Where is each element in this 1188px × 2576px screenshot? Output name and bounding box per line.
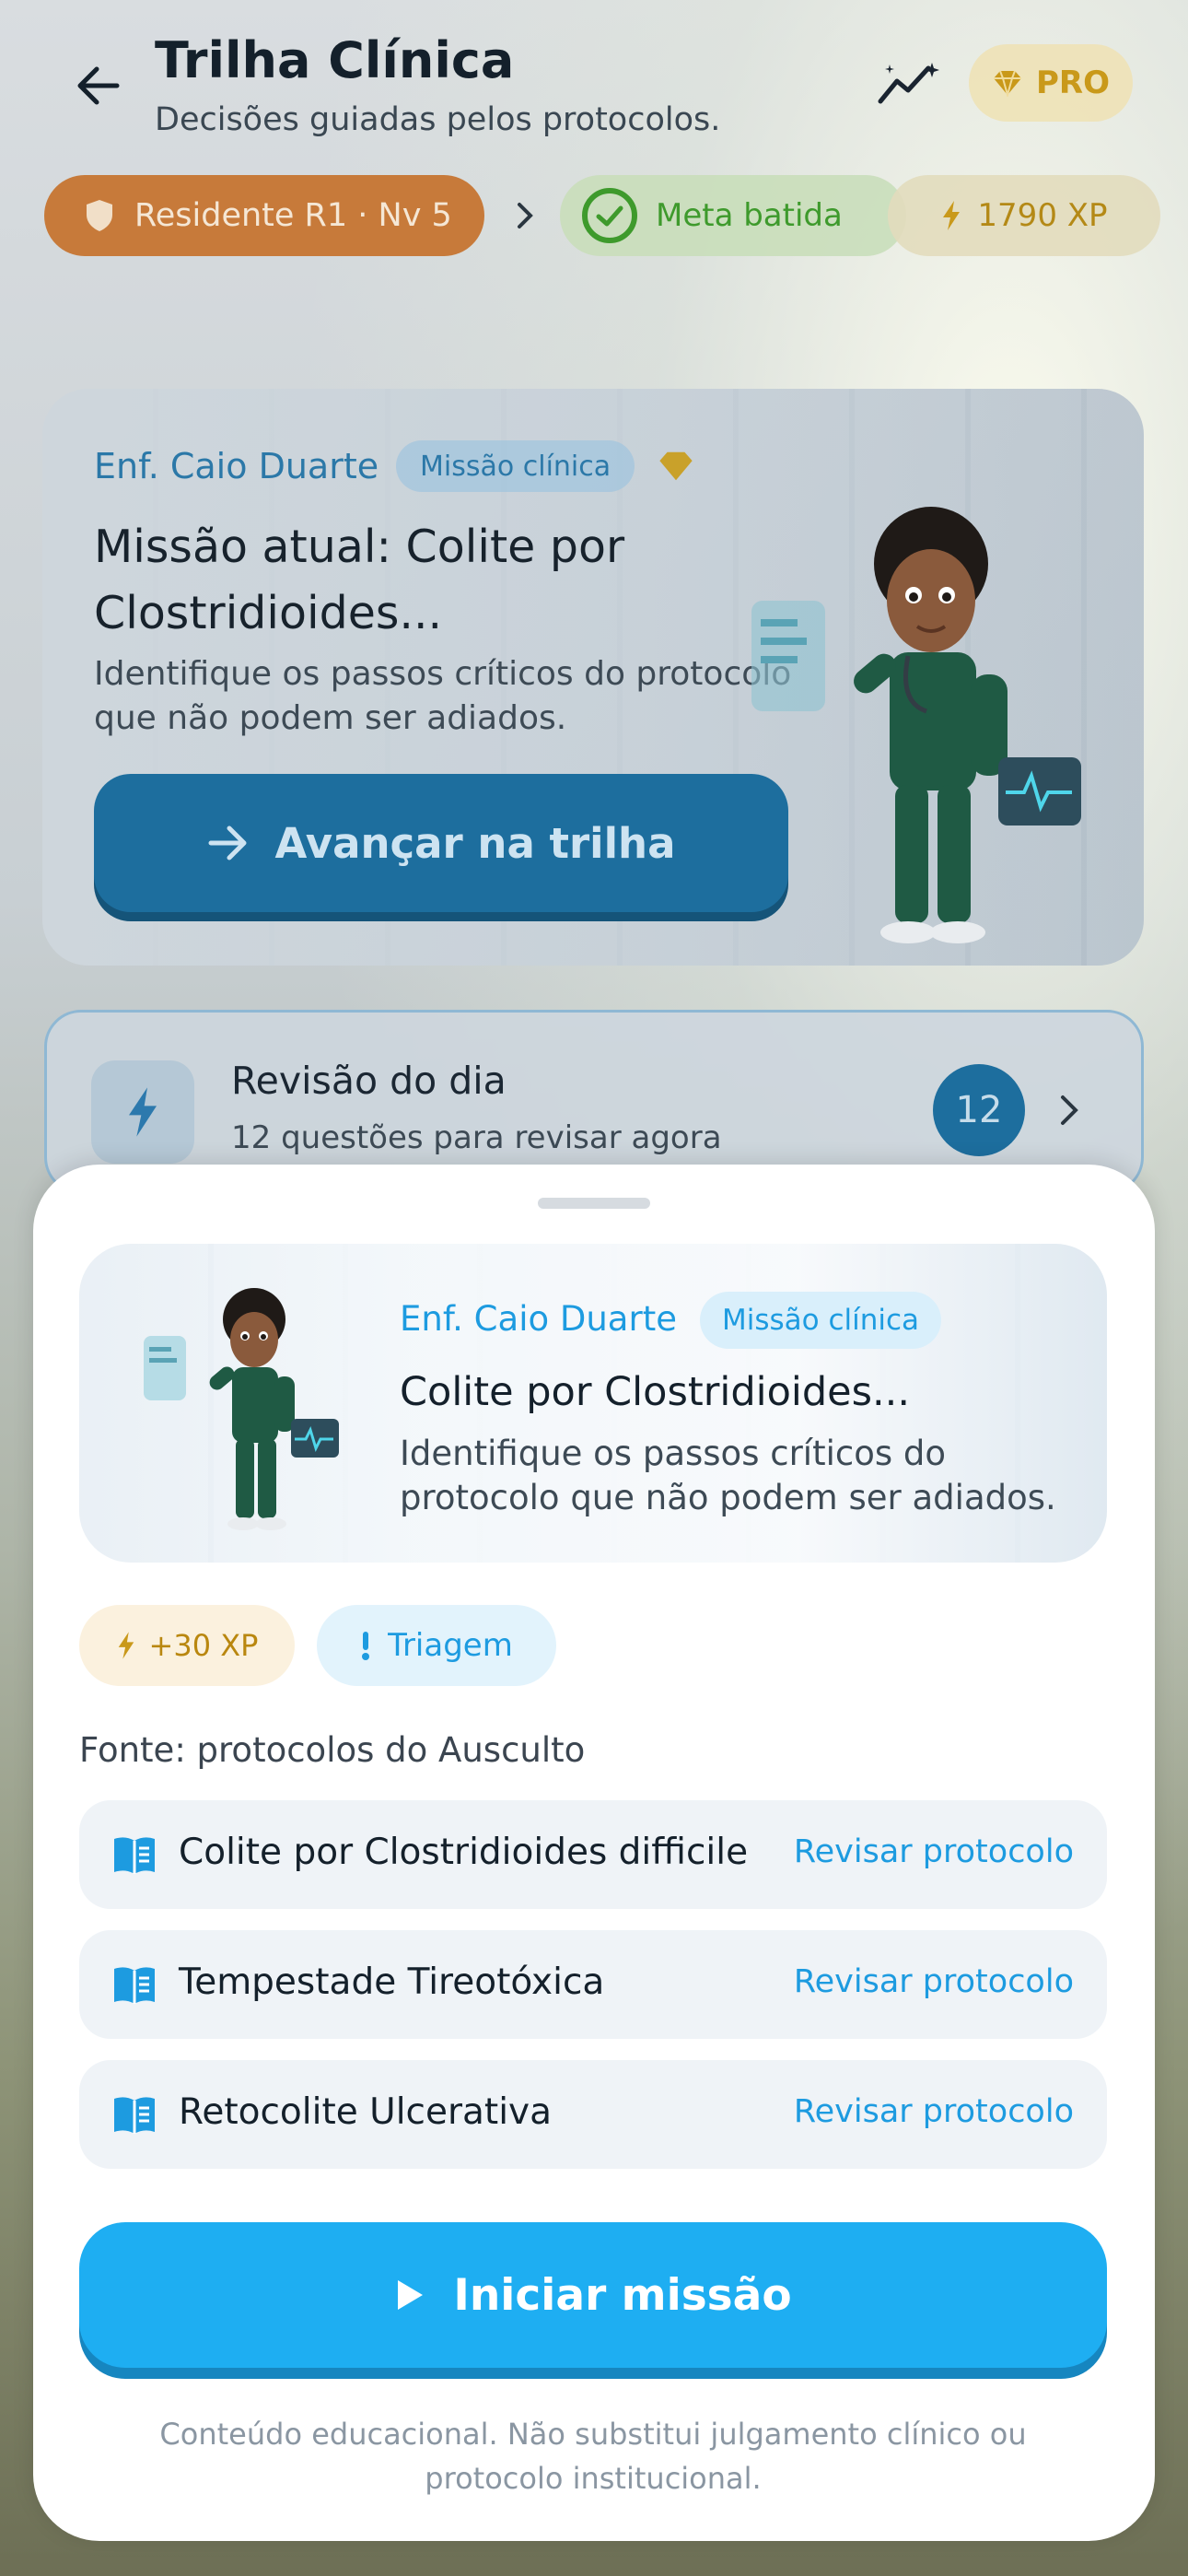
arrow-right-icon bbox=[208, 825, 247, 861]
nurse-illustration bbox=[144, 1288, 339, 1530]
start-mission-label: Iniciar missão bbox=[453, 2269, 792, 2321]
disclaimer-text: Conteúdo educacional. Não substitui julg… bbox=[159, 2417, 1027, 2496]
arrow-left-icon bbox=[77, 66, 120, 105]
xp-chip: 1790 XP bbox=[888, 175, 1160, 256]
page-subtitle: Decisões guiadas pelos protocolos. bbox=[155, 101, 721, 138]
trend-sparkle-icon bbox=[878, 63, 939, 104]
protocol-item[interactable]: Colite por Clostridioides difficile Revi… bbox=[79, 1800, 1107, 1909]
review-count-badge: 12 bbox=[933, 1064, 1025, 1156]
protocol-item[interactable]: Retocolite Ulcerativa Revisar protocolo bbox=[79, 2060, 1107, 2169]
protocol-name: Tempestade Tireotóxica bbox=[179, 1961, 605, 2003]
rank-chip[interactable]: Residente R1 · Nv 5 bbox=[44, 175, 484, 256]
back-button[interactable] bbox=[66, 53, 131, 118]
book-icon bbox=[114, 1837, 155, 1874]
mission-bottom-sheet: Enf. Caio Duarte Missão clínica Colite p… bbox=[33, 1165, 1155, 2541]
source-label: Fonte: protocolos do Ausculto bbox=[79, 1730, 586, 1770]
xp-reward-label: +30 XP bbox=[148, 1628, 259, 1663]
diamond-icon bbox=[993, 70, 1021, 97]
bolt-icon bbox=[943, 201, 961, 230]
category-label: Triagem bbox=[388, 1627, 513, 1664]
mission-description: Identifique os passos críticos do protoc… bbox=[400, 1434, 1056, 1517]
xp-reward-badge: +30 XP bbox=[79, 1605, 295, 1686]
pro-badge[interactable]: PRO bbox=[969, 44, 1133, 122]
chevron-right-icon bbox=[1061, 1095, 1078, 1125]
goal-label: Meta batida bbox=[656, 197, 843, 234]
current-mission-card[interactable]: Enf. Caio Duarte Missão clínica Missão a… bbox=[42, 389, 1144, 966]
status-row: Residente R1 · Nv 5 Meta batida 1790 XP bbox=[44, 175, 1160, 256]
exclamation-icon bbox=[362, 1632, 370, 1660]
book-icon bbox=[114, 1967, 155, 2004]
rank-chevron[interactable] bbox=[497, 188, 553, 243]
category-badge: Triagem bbox=[317, 1605, 556, 1686]
start-mission-button[interactable]: Iniciar missão bbox=[79, 2222, 1107, 2368]
review-protocol-link[interactable]: Revisar protocolo bbox=[794, 2093, 1074, 2130]
app-header: Trilha Clínica Decisões guiadas pelos pr… bbox=[0, 0, 1188, 166]
review-subtitle: 12 questões para revisar agora bbox=[231, 1119, 722, 1156]
check-circle-icon bbox=[582, 188, 637, 243]
diamond-icon bbox=[659, 451, 693, 481]
rank-label: Residente R1 · Nv 5 bbox=[134, 197, 452, 234]
hero-author: Enf. Caio Duarte bbox=[94, 446, 379, 486]
mission-preview-card: Enf. Caio Duarte Missão clínica Colite p… bbox=[79, 1244, 1107, 1563]
protocol-name: Retocolite Ulcerativa bbox=[179, 2091, 553, 2133]
book-icon bbox=[114, 2097, 155, 2134]
bolt-icon bbox=[129, 1087, 157, 1137]
protocol-name: Colite por Clostridioides difficile bbox=[179, 1832, 749, 1873]
hero-title: Missão atual: Colite por Clostridioides.… bbox=[94, 521, 625, 639]
goal-chip: Meta batida bbox=[560, 175, 906, 256]
hero-description: Identifique os passos críticos do protoc… bbox=[94, 655, 792, 737]
review-icon-box bbox=[91, 1060, 194, 1164]
bolt-icon bbox=[118, 1632, 134, 1659]
protocol-item[interactable]: Tempestade Tireotóxica Revisar protocolo bbox=[79, 1930, 1107, 2039]
mission-tag: Missão clínica bbox=[700, 1292, 942, 1349]
play-icon bbox=[398, 2280, 424, 2310]
review-chevron[interactable] bbox=[1042, 1083, 1097, 1138]
review-protocol-link[interactable]: Revisar protocolo bbox=[794, 1833, 1074, 1870]
review-title: Revisão do dia bbox=[231, 1059, 507, 1103]
page-title: Trilha Clínica bbox=[155, 31, 515, 89]
hero-mission-tag: Missão clínica bbox=[396, 440, 635, 492]
stats-button[interactable] bbox=[873, 55, 947, 111]
protocol-list: Colite por Clostridioides difficile Revi… bbox=[79, 1800, 1107, 2190]
chevron-right-icon bbox=[518, 203, 533, 228]
xp-label: 1790 XP bbox=[977, 197, 1108, 234]
nurse-illustration bbox=[751, 507, 1081, 943]
sheet-drag-handle[interactable] bbox=[538, 1198, 650, 1209]
mission-author: Enf. Caio Duarte bbox=[400, 1299, 677, 1339]
advance-trail-button[interactable]: Avançar na trilha bbox=[94, 774, 788, 912]
review-protocol-link[interactable]: Revisar protocolo bbox=[794, 1963, 1074, 2000]
pro-label: PRO bbox=[1035, 64, 1110, 101]
shield-icon bbox=[87, 200, 112, 231]
advance-trail-label: Avançar na trilha bbox=[274, 818, 676, 868]
mission-title: Colite por Clostridioides... bbox=[400, 1369, 910, 1415]
